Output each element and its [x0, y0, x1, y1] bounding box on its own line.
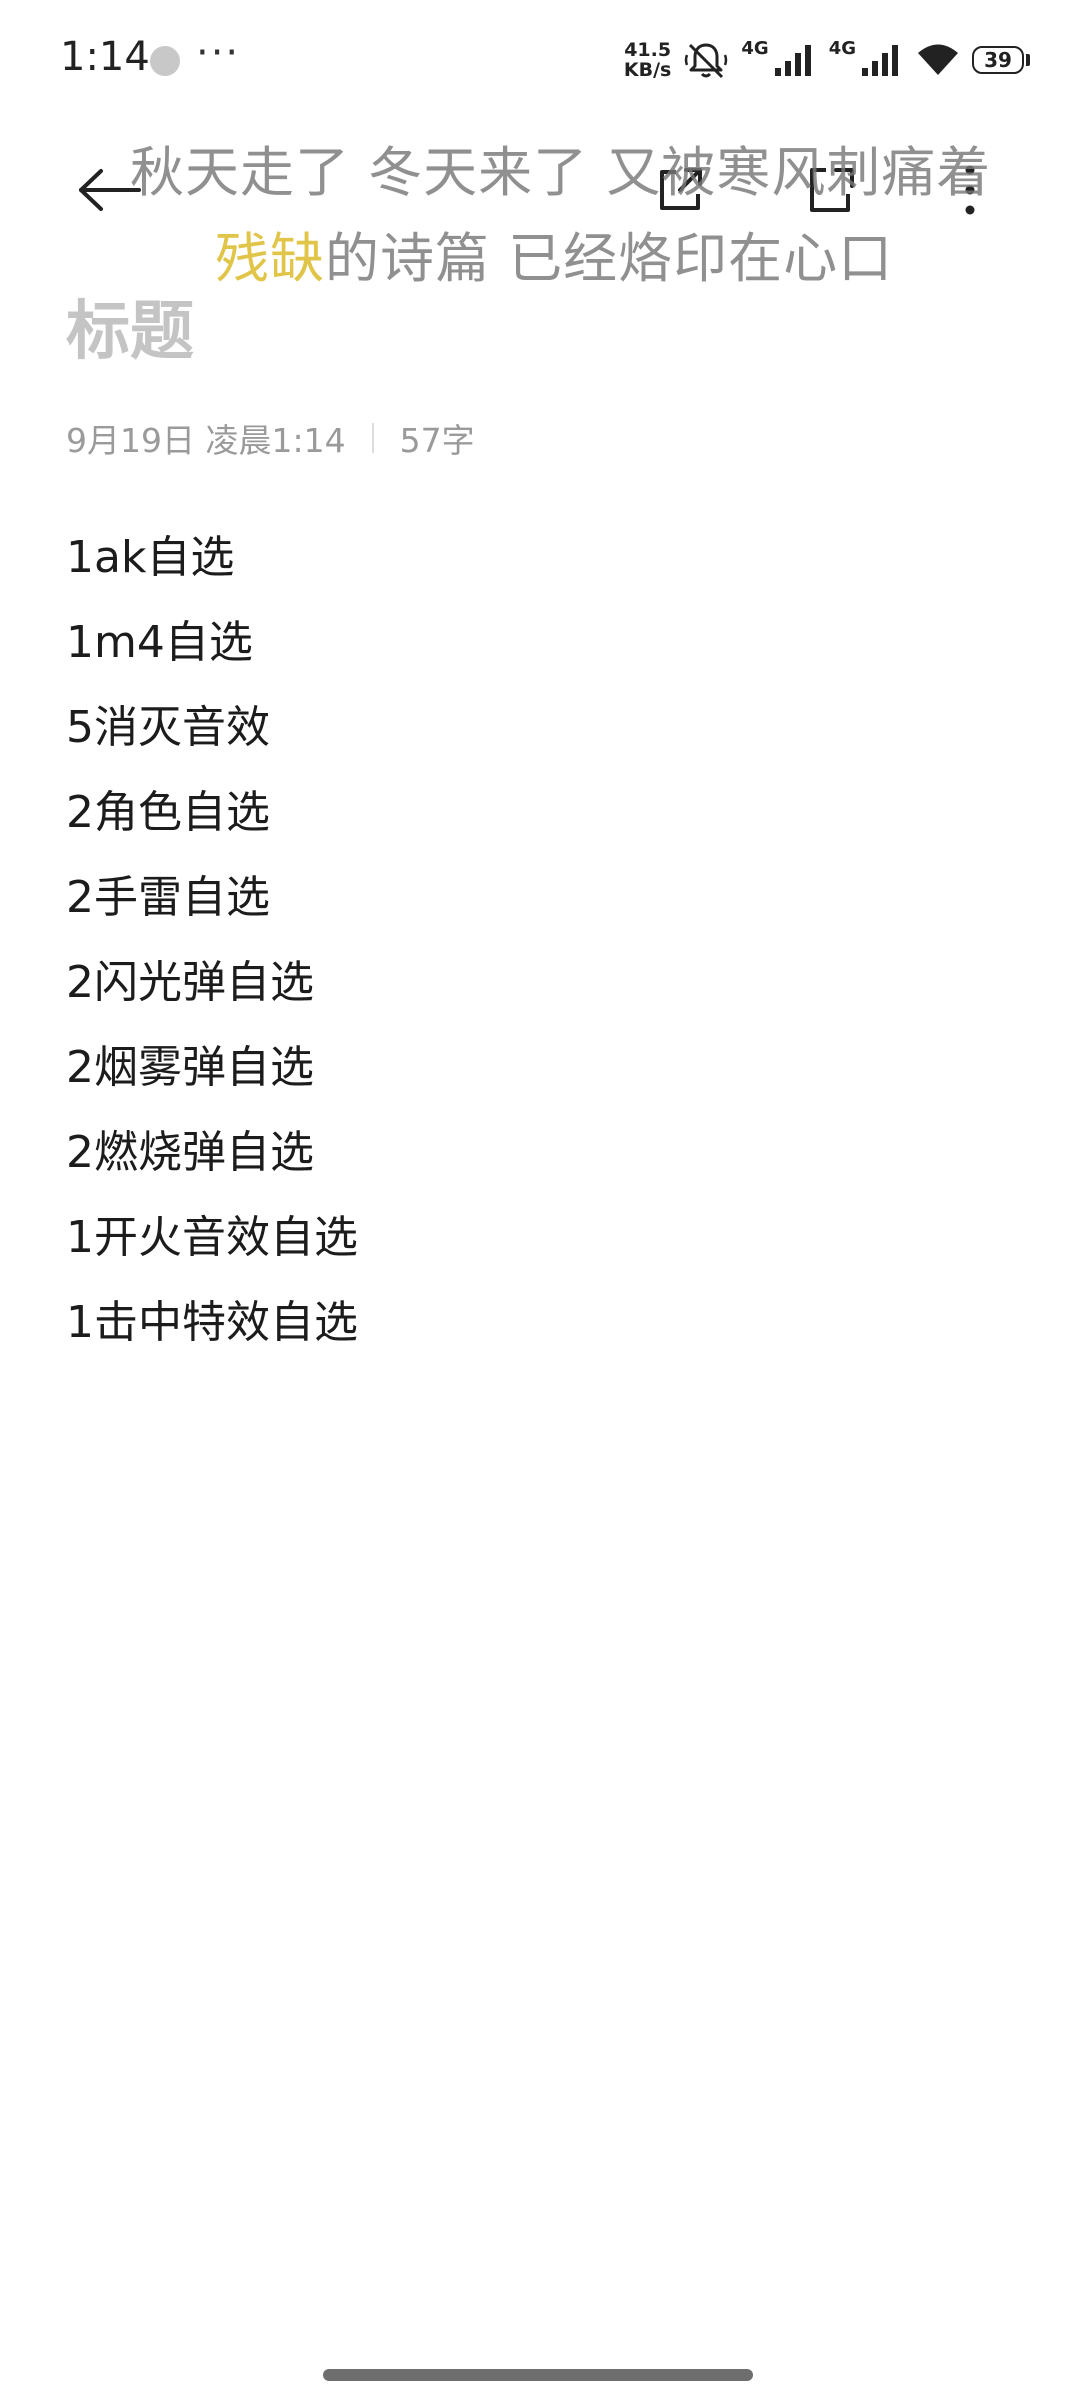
note-line[interactable]: 2手雷自选: [66, 868, 1006, 953]
note-line[interactable]: 5消灭音效: [66, 698, 1006, 783]
note-word-count: 57字: [399, 421, 475, 460]
lyric-highlighted-text: 残缺: [215, 227, 325, 290]
mute-bell-icon: [685, 43, 728, 79]
battery-level: 39: [972, 46, 1024, 74]
battery-icon: 39: [972, 46, 1030, 74]
note-line[interactable]: 1开火音效自选: [66, 1208, 1006, 1293]
status-time: 1:14: [60, 34, 150, 80]
sim2-network-type: 4G: [828, 38, 856, 59]
home-indicator[interactable]: [323, 2369, 753, 2381]
meta-divider: [371, 423, 374, 453]
floating-lyric-line-1: 秋天走了 冬天来了 又被寒风刺痛着: [130, 141, 992, 204]
note-line[interactable]: 2角色自选: [66, 783, 1006, 868]
signal-strength-icon: [862, 45, 898, 76]
lyric-rest-text: 的诗篇 已经烙印在心口: [325, 227, 894, 290]
note-line[interactable]: 1ak自选: [66, 528, 1006, 613]
floating-lyric-line-2: 残缺的诗篇 已经烙印在心口: [215, 214, 893, 293]
note-meta: 9月19日 凌晨1:14 57字: [66, 414, 475, 462]
note-title-input[interactable]: 标题: [66, 280, 194, 372]
sim1-network-type: 4G: [741, 38, 769, 59]
status-bar: 1:14 ··· 41.5 KB/s 4G 4G 39: [0, 0, 1080, 120]
wifi-icon: [918, 44, 958, 75]
network-speed-value: 41.5: [624, 39, 672, 61]
note-line[interactable]: 2闪光弹自选: [66, 953, 1006, 1038]
signal-strength-icon: [774, 45, 811, 76]
more-notifications-icon: ···: [196, 30, 241, 76]
note-line[interactable]: 2燃烧弹自选: [66, 1123, 1006, 1208]
note-line[interactable]: 1m4自选: [66, 613, 1006, 698]
note-body-editor[interactable]: 1ak自选 1m4自选 5消灭音效 2角色自选 2手雷自选 2闪光弹自选 2烟雾…: [66, 528, 1006, 1378]
network-speed-unit: KB/s: [623, 59, 672, 81]
note-date: 9月19日 凌晨1:14: [66, 421, 346, 460]
note-line[interactable]: 1击中特效自选: [66, 1293, 1006, 1378]
notification-app-icon: [150, 46, 180, 76]
status-indicators: 41.5 KB/s 4G 4G 39: [624, 36, 1030, 84]
network-speed: 41.5 KB/s: [624, 40, 671, 80]
note-line[interactable]: 2烟雾弹自选: [66, 1038, 1006, 1123]
